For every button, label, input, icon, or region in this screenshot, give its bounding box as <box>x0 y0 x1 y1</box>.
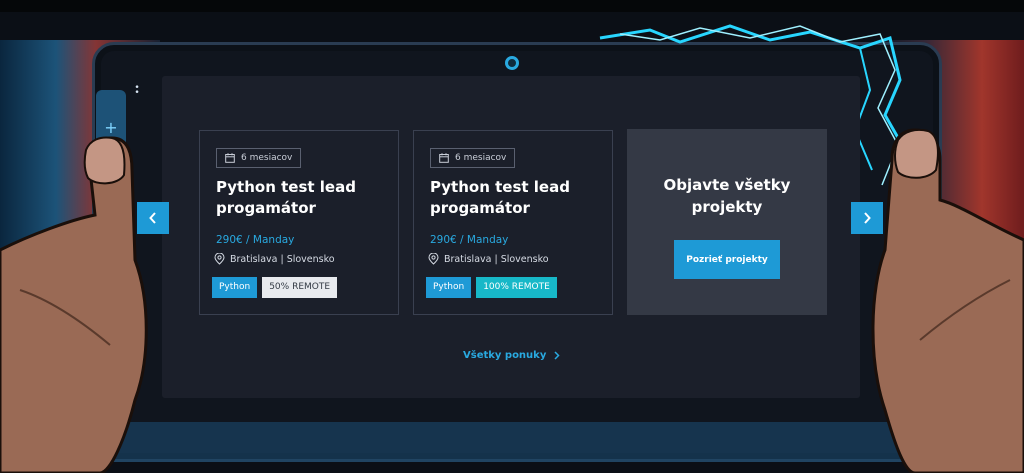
location-label: Bratislava | Slovensko <box>444 253 549 265</box>
tag-remote: 100% REMOTE <box>476 277 557 298</box>
job-title-line-1: Python test lead <box>430 178 570 196</box>
chevron-right-icon <box>554 351 560 360</box>
location: Bratislava | Slovensko <box>214 253 335 265</box>
plus-icon: + <box>104 118 118 137</box>
calendar-icon <box>439 153 449 163</box>
promo-title: Objavte všetky projekty <box>627 174 827 218</box>
salary: 290€ / Manday <box>216 234 295 246</box>
job-card[interactable]: 6 mesiacov Python test lead progamátor 2… <box>413 130 613 315</box>
carousel-next-button[interactable] <box>851 202 883 234</box>
duration-badge: 6 mesiacov <box>216 148 302 168</box>
camera-icon <box>505 56 519 70</box>
calendar-icon <box>225 153 235 163</box>
job-title-line-2: progamátor <box>430 199 530 217</box>
job-title[interactable]: Python test lead progamátor <box>430 177 610 219</box>
duration-badge: 6 mesiacov <box>430 148 516 168</box>
all-offers-label: Všetky ponuky <box>463 350 547 361</box>
job-card[interactable]: 6 mesiacov Python test lead progamátor 2… <box>199 130 399 315</box>
top-edge <box>0 0 1024 12</box>
all-offers-link[interactable]: Všetky ponuky <box>463 350 560 361</box>
job-title-line-2: progamátor <box>216 199 316 217</box>
location-label: Bratislava | Slovensko <box>230 253 335 265</box>
location: Bratislava | Slovensko <box>428 253 549 265</box>
promo-title-line-1: Objavte všetky <box>663 176 791 194</box>
map-pin-icon <box>214 253 225 265</box>
chevron-right-icon <box>864 212 871 224</box>
tag-technology: Python <box>426 277 472 298</box>
job-title[interactable]: Python test lead progamátor <box>216 177 396 219</box>
duration-label: 6 mesiacov <box>241 153 293 163</box>
promo-title-line-2: projekty <box>691 198 763 216</box>
salary: 290€ / Manday <box>430 234 509 246</box>
chevron-left-icon <box>149 212 156 224</box>
view-projects-button[interactable]: Pozrieť projekty <box>674 240 780 279</box>
tag-list: Python 100% REMOTE <box>426 277 557 298</box>
tablet-screen: 6 mesiacov Python test lead progamátor 2… <box>162 76 860 398</box>
tag-technology: Python <box>212 277 258 298</box>
promo-card: Objavte všetky projekty Pozrieť projekty <box>627 129 827 315</box>
carousel-prev-button[interactable] <box>137 202 169 234</box>
tag-remote: 50% REMOTE <box>262 277 338 298</box>
dots-icon: • • <box>134 83 140 98</box>
job-title-line-1: Python test lead <box>216 178 356 196</box>
duration-label: 6 mesiacov <box>455 153 507 163</box>
map-pin-icon <box>428 253 439 265</box>
tag-list: Python 50% REMOTE <box>212 277 338 298</box>
